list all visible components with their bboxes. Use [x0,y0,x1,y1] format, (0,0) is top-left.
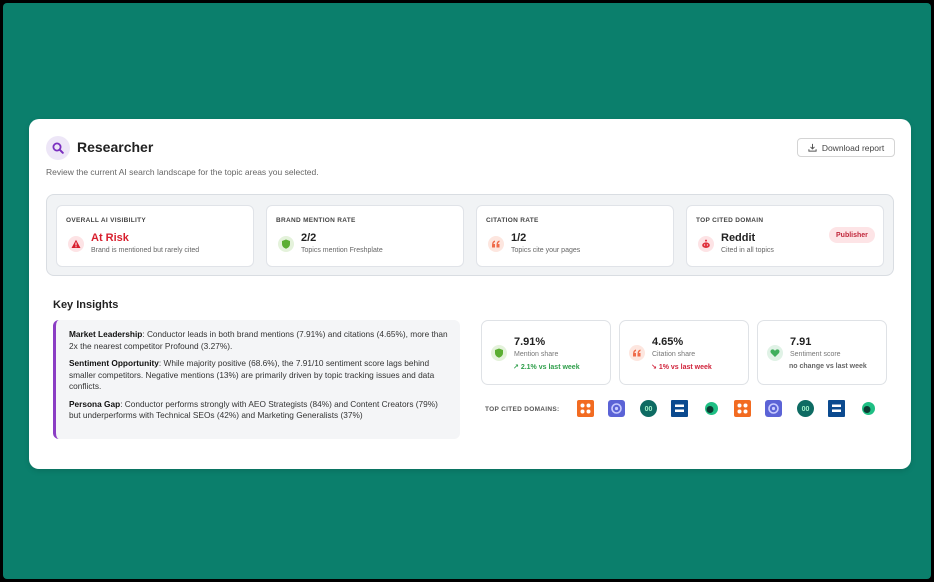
search-icon [46,136,70,160]
warning-icon [68,236,84,252]
svg-text:00: 00 [645,406,653,413]
key-insights-heading: Key Insights [53,299,119,311]
key-insights-box: Market Leadership: Conductor leads in bo… [53,320,460,439]
page-title: Researcher [77,139,154,155]
teal-oo-logo[interactable]: 00 [640,400,657,417]
download-report-label: Download report [821,142,885,153]
metric-description: Cited in all topics [721,247,774,254]
green-dot-logo[interactable] [703,400,720,417]
metric-card-top-domain: TOP CITED DOMAIN Reddit Cited in all top… [686,205,884,267]
blue-gear-logo[interactable] [765,400,782,417]
stat-label: Citation share [652,351,696,358]
metric-card-visibility: OVERALL AI VISIBILITY At Risk Brand is m… [56,205,254,267]
metric-card-citation-rate: CITATION RATE 1/2 Topics cite your pages [476,205,674,267]
stat-value: 7.91 [790,336,812,348]
stat-trend: ↘ 1% vs last week [651,364,712,371]
metric-description: Topics mention Freshplate [301,247,383,254]
metric-description: Brand is mentioned but rarely cited [91,247,200,254]
stat-card-mention-share: 7.91% Mention share ↗ 2.1% vs last week [481,320,611,385]
page-subtitle: Review the current AI search landscape f… [46,167,319,177]
app-background: Researcher Review the current AI search … [3,3,931,579]
shield-icon [278,236,294,252]
orange-grid-logo[interactable] [577,400,594,417]
download-icon [808,143,817,152]
svg-text:00: 00 [802,406,810,413]
stat-trend: no change vs last week [789,363,867,370]
researcher-panel: Researcher Review the current AI search … [29,119,911,469]
stat-card-citation-share: 4.65% Citation share ↘ 1% vs last week [619,320,749,385]
orange-grid-logo[interactable] [734,400,751,417]
download-report-button[interactable]: Download report [797,138,895,157]
navy-bars-logo[interactable] [828,400,845,417]
metrics-strip: OVERALL AI VISIBILITY At Risk Brand is m… [46,194,894,276]
metric-value: 2/2 [301,232,317,244]
top-cited-domains-label: TOP CITED DOMAINS: [485,406,560,413]
insight-text: : Conductor performs strongly with AEO S… [69,398,438,421]
shield-icon [491,345,507,361]
metric-label: CITATION RATE [486,217,539,224]
insight-title: Market Leadership [69,329,143,339]
metric-label: OVERALL AI VISIBILITY [66,217,146,224]
quote-icon [488,236,504,252]
insight-item: Sentiment Opportunity: While majority po… [69,358,448,393]
green-dot-logo[interactable] [860,400,877,417]
insight-item: Persona Gap: Conductor performs strongly… [69,399,448,422]
heart-icon [767,345,783,361]
publisher-badge: Publisher [829,227,875,243]
insight-title: Sentiment Opportunity [69,358,159,368]
stat-card-sentiment-score: 7.91 Sentiment score no change vs last w… [757,320,887,385]
trend-up-icon: ↗ [513,364,519,371]
metric-card-mention-rate: BRAND MENTION RATE 2/2 Topics mention Fr… [266,205,464,267]
metric-value: At Risk [91,232,129,244]
insight-title: Persona Gap [69,398,121,409]
stat-label: Sentiment score [790,351,841,358]
trend-down-icon: ↘ [651,364,657,371]
navy-bars-logo[interactable] [671,400,688,417]
teal-oo-logo[interactable]: 00 [797,400,814,417]
metric-value: Reddit [721,232,756,244]
quote-icon [629,345,645,361]
metric-description: Topics cite your pages [511,247,581,254]
blue-gear-logo[interactable] [608,400,625,417]
insight-item: Market Leadership: Conductor leads in bo… [69,329,448,352]
stat-value: 4.65% [652,336,684,348]
stat-label: Mention share [514,351,559,358]
metric-label: TOP CITED DOMAIN [696,217,764,224]
metric-label: BRAND MENTION RATE [276,217,356,224]
reddit-icon [698,236,714,252]
stat-value: 7.91% [514,336,546,348]
stat-trend: ↗ 2.1% vs last week [513,364,580,371]
metric-value: 1/2 [511,232,527,244]
